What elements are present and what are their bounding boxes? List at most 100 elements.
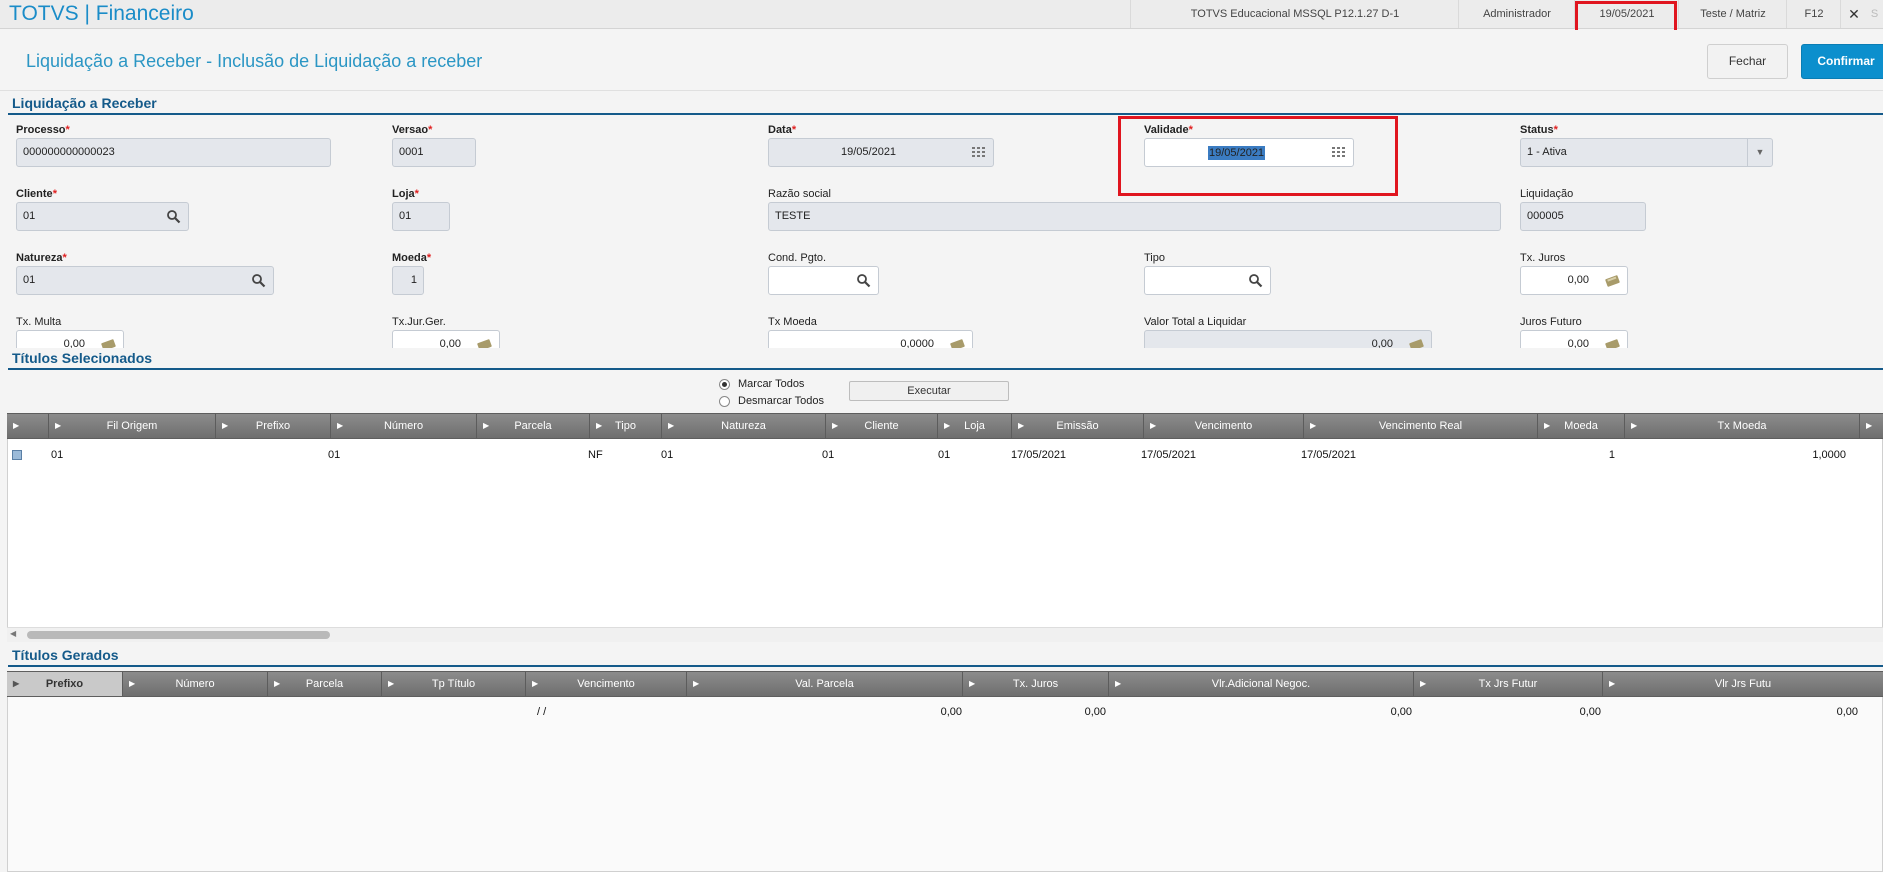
search-icon[interactable]: [856, 273, 871, 288]
status-select[interactable]: 1 - Ativa ▼: [1520, 138, 1773, 167]
cell-numero: 01: [328, 449, 341, 461]
execute-button[interactable]: Executar: [849, 381, 1009, 401]
status-value: 1 - Ativa: [1527, 146, 1567, 158]
triangle-right-icon: ▶: [1420, 679, 1427, 688]
search-icon[interactable]: [166, 209, 181, 224]
column-header-parcela[interactable]: ▶ Parcela: [477, 414, 590, 438]
cell-vlr-jrs-futu: 0,00: [1836, 706, 1858, 718]
column-label: Número: [383, 420, 424, 432]
triangle-right-icon: ▶: [1609, 679, 1616, 688]
column-header-parcela[interactable]: ▶ Parcela: [268, 672, 382, 696]
unmark-all-radio[interactable]: [719, 396, 730, 407]
column-header-tx-jrs-futur[interactable]: ▶ Tx Jrs Futur: [1414, 672, 1603, 696]
column-header-vencimento[interactable]: ▶ Vencimento: [1144, 414, 1304, 438]
row-checkbox[interactable]: [12, 450, 22, 460]
triangle-right-icon: ▶: [1018, 421, 1025, 430]
tx-juros-label: Tx. Juros: [1520, 252, 1566, 264]
column-header-vencimento[interactable]: ▶ Vencimento: [526, 672, 687, 696]
scroll-left-icon[interactable]: ◀: [10, 629, 16, 638]
calculator-icon[interactable]: [1409, 337, 1424, 348]
tx-multa-field[interactable]: 0,00: [16, 330, 124, 348]
cell-cliente: 01: [822, 449, 835, 461]
data-label: Data*: [768, 124, 797, 136]
juros-futuro-value: 0,00: [1567, 338, 1589, 348]
column-header-val-parcela[interactable]: ▶ Val. Parcela: [687, 672, 963, 696]
tx-jur-ger-value: 0,00: [439, 338, 461, 348]
triangle-right-icon: ▶: [13, 679, 20, 688]
column-header-vlr-adicional-negoc[interactable]: ▶ Vlr.Adicional Negoc.: [1109, 672, 1414, 696]
tipo-field[interactable]: [1144, 266, 1271, 295]
calculator-icon[interactable]: [101, 337, 116, 348]
column-header-cliente[interactable]: ▶ Cliente: [826, 414, 938, 438]
tx-jur-ger-field[interactable]: 0,00: [392, 330, 500, 348]
company-branch[interactable]: Teste / Matriz: [1678, 0, 1787, 28]
column-header-tipo[interactable]: ▶ Tipo: [590, 414, 662, 438]
calculator-icon[interactable]: [477, 337, 492, 348]
data-field[interactable]: 19/05/2021: [768, 138, 994, 167]
mark-all-radio[interactable]: [719, 379, 730, 390]
tipo-label: Tipo: [1144, 252, 1165, 264]
column-header-tx-juros[interactable]: ▶ Tx. Juros: [963, 672, 1109, 696]
page-title: Liquidação a Receber - Inclusão de Liqui…: [26, 51, 483, 71]
tx-moeda-field[interactable]: 0,0000: [768, 330, 973, 348]
column-header-loja[interactable]: ▶ Loja: [938, 414, 1012, 438]
unmark-all-label[interactable]: Desmarcar Todos: [738, 395, 824, 407]
cell-loja: 01: [938, 449, 951, 461]
column-header-vencimento-real[interactable]: ▶ Vencimento Real: [1304, 414, 1538, 438]
versao-field[interactable]: 0001: [392, 138, 476, 167]
cliente-field[interactable]: 01: [16, 202, 189, 231]
razao-social-field[interactable]: TESTE: [768, 202, 1501, 231]
cond-pgto-field[interactable]: [768, 266, 879, 295]
column-header-prefixo[interactable]: ▶ Prefixo: [7, 672, 123, 696]
scrollbar-thumb[interactable]: [27, 631, 330, 639]
column-header-tx-moeda[interactable]: ▶ Tx Moeda: [1625, 414, 1860, 438]
calculator-icon[interactable]: [1605, 337, 1620, 348]
column-header-fil-origem[interactable]: ▶ Fil Origem: [49, 414, 216, 438]
calendar-icon[interactable]: [971, 145, 986, 160]
calculator-icon[interactable]: [1605, 273, 1620, 288]
tx-moeda-label: Tx Moeda: [768, 316, 817, 328]
processo-field[interactable]: 000000000000023: [16, 138, 331, 167]
cliente-value: 01: [23, 210, 36, 222]
valor-total-field[interactable]: 0,00: [1144, 330, 1432, 348]
column-header-numero[interactable]: ▶ Número: [331, 414, 477, 438]
tx-juros-field[interactable]: 0,00: [1520, 266, 1628, 295]
confirm-button[interactable]: Confirmar: [1801, 44, 1883, 79]
search-icon[interactable]: [251, 273, 266, 288]
generated-section-title: Títulos Gerados: [12, 647, 119, 663]
natureza-value: 01: [23, 274, 36, 286]
moeda-field[interactable]: 1: [392, 266, 424, 295]
column-header-natureza[interactable]: ▶ Natureza: [662, 414, 826, 438]
triangle-right-icon: ▶: [944, 421, 951, 430]
f12-shortcut[interactable]: F12: [1786, 0, 1841, 28]
column-header-prefixo[interactable]: ▶ Prefixo: [216, 414, 331, 438]
user-label[interactable]: Administrador: [1458, 0, 1575, 28]
tx-multa-label: Tx. Multa: [16, 316, 62, 328]
loja-field[interactable]: 01: [392, 202, 450, 231]
calculator-icon[interactable]: [950, 337, 965, 348]
search-icon[interactable]: [1248, 273, 1263, 288]
close-button[interactable]: Fechar: [1707, 44, 1788, 79]
triangle-right-icon: ▶: [55, 421, 62, 430]
column-header-tp-titulo[interactable]: ▶ Tp Título: [382, 672, 526, 696]
selected-grid-header: ▶ ▶ Fil Origem ▶ Prefixo ▶ Número ▶ Parcela …: [7, 413, 1883, 439]
column-header-vlr-jrs-futu[interactable]: ▶ Vlr Jrs Futu: [1603, 672, 1883, 696]
valor-total-value: 0,00: [1371, 338, 1393, 348]
juros-futuro-field[interactable]: 0,00: [1520, 330, 1628, 348]
loja-label: Loja*: [392, 188, 419, 200]
column-header-select[interactable]: ▶: [7, 414, 49, 438]
column-header-moeda[interactable]: ▶ Moeda: [1538, 414, 1625, 438]
versao-label: Versao*: [392, 124, 433, 136]
status-label: Status*: [1520, 124, 1558, 136]
environment-label: TOTVS Educacional MSSQL P12.1.27 D-1: [1130, 0, 1459, 28]
column-header-numero[interactable]: ▶ Número: [123, 672, 268, 696]
cell-val-parcela: 0,00: [940, 706, 962, 718]
chevron-down-icon[interactable]: ▼: [1747, 139, 1772, 166]
cell-vlr-adicional: 0,00: [1390, 706, 1412, 718]
column-header-emissao[interactable]: ▶ Emissão: [1012, 414, 1144, 438]
close-icon[interactable]: ✕: [1840, 0, 1867, 28]
mark-all-label[interactable]: Marcar Todos: [738, 378, 804, 390]
natureza-field[interactable]: 01: [16, 266, 274, 295]
column-header-more[interactable]: ▶: [1860, 414, 1883, 438]
liquidacao-field[interactable]: 000005: [1520, 202, 1646, 231]
